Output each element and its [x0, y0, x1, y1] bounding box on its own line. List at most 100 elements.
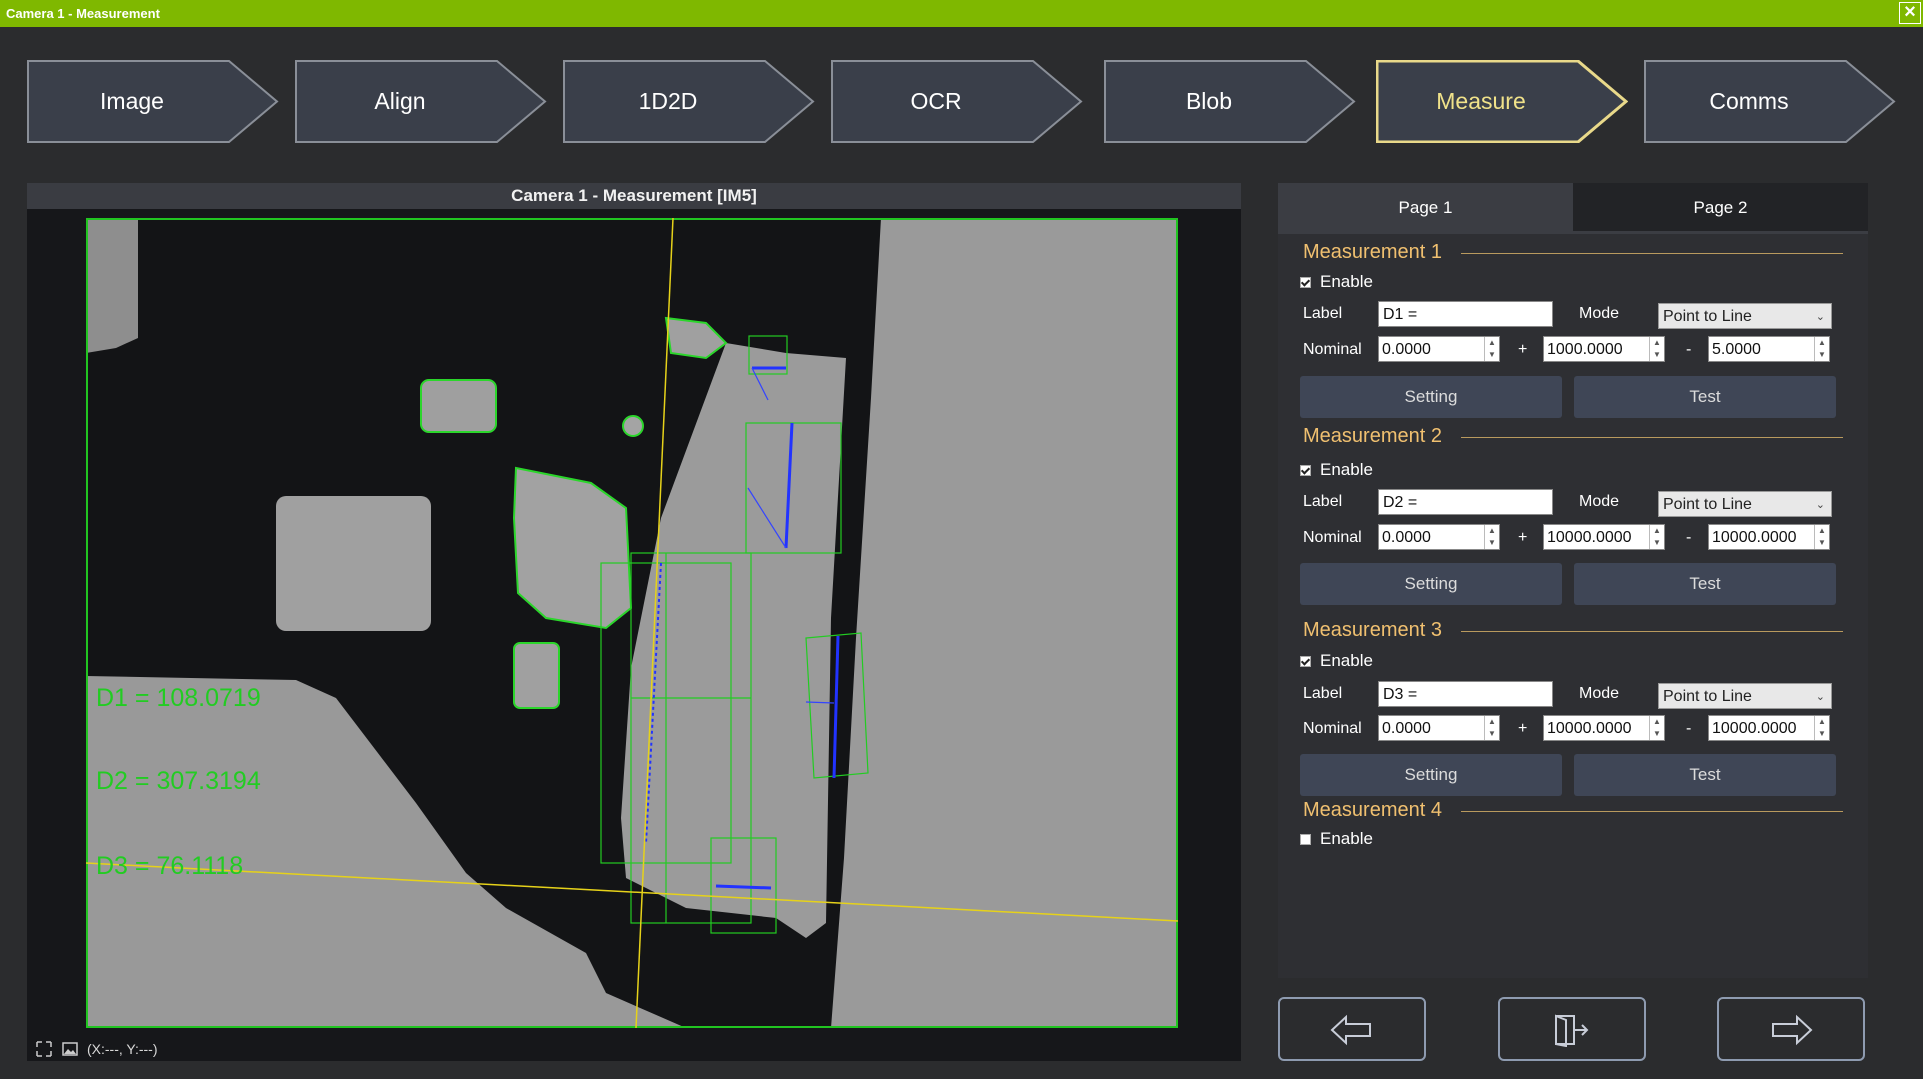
- value: 0.0000: [1382, 341, 1431, 358]
- measurement-2-nominal-input[interactable]: 0.0000 ▲ ▼: [1378, 524, 1500, 550]
- tab-bar: Page 1 Page 2: [1278, 183, 1868, 234]
- step-ocr[interactable]: OCR: [831, 60, 1083, 143]
- measurement-2-test-button[interactable]: Test: [1574, 563, 1836, 605]
- step-comms[interactable]: Comms: [1644, 60, 1896, 143]
- step-label: Align: [374, 88, 426, 114]
- measurement-1-test-button[interactable]: Test: [1574, 376, 1836, 418]
- measurement-1-minus-input[interactable]: 5.0000 ▲ ▼: [1708, 336, 1830, 362]
- label-caption: Label: [1303, 685, 1343, 702]
- step-label: Comms: [1709, 88, 1789, 114]
- title-bar: Camera 1 - Measurement ×: [0, 0, 1923, 27]
- next-button[interactable]: [1717, 997, 1865, 1061]
- measurement-1-nominal-input[interactable]: 0.0000 ▲ ▼: [1378, 336, 1500, 362]
- mode-caption: Mode: [1579, 493, 1620, 510]
- spinner-arrows-icon[interactable]: ▲ ▼: [1484, 716, 1499, 740]
- viewer-title: Camera 1 - Measurement [IM5]: [27, 183, 1241, 209]
- spinner-arrows-icon[interactable]: ▲ ▼: [1814, 337, 1829, 361]
- mode-caption: Mode: [1579, 685, 1620, 702]
- divider: [1461, 631, 1843, 632]
- value: 0.0000: [1382, 720, 1431, 737]
- spinner-arrows-icon[interactable]: ▲ ▼: [1649, 525, 1664, 549]
- value: 5.0000: [1712, 341, 1761, 358]
- measurement-2-setting-button[interactable]: Setting: [1300, 563, 1562, 605]
- chevron-down-icon: ⌄: [1815, 691, 1825, 703]
- step-1d2d[interactable]: 1D2D: [563, 60, 815, 143]
- measurement-4-title: Measurement 4: [1303, 799, 1442, 821]
- image-icon[interactable]: [62, 1041, 78, 1057]
- mode-caption: Mode: [1579, 305, 1620, 322]
- measurement-3-setting-button[interactable]: Setting: [1300, 754, 1562, 796]
- value: 10000.0000: [1712, 720, 1797, 737]
- measurement-3-test-button[interactable]: Test: [1574, 754, 1836, 796]
- measurement-2-minus-input[interactable]: 10000.0000 ▲ ▼: [1708, 524, 1830, 550]
- step-blob[interactable]: Blob: [1104, 60, 1356, 143]
- value: 10000.0000: [1712, 529, 1797, 546]
- measurement-1-setting-button[interactable]: Setting: [1300, 376, 1562, 418]
- plus-sign: +: [1518, 529, 1528, 546]
- overlay-d2: D2 = 307.3194: [96, 767, 261, 795]
- enable-label: Enable: [1320, 460, 1373, 479]
- minus-sign: -: [1686, 720, 1692, 737]
- step-label: OCR: [910, 88, 962, 114]
- enable-label: Enable: [1320, 651, 1373, 670]
- spinner-arrows-icon[interactable]: ▲ ▼: [1484, 337, 1499, 361]
- measurement-3-enable-checkbox[interactable]: [1300, 656, 1311, 667]
- label-caption: Label: [1303, 305, 1343, 322]
- camera-image[interactable]: D1 = 108.0719 D2 = 307.3194 D3 = 76.1118: [86, 218, 1178, 1028]
- measurement-2-label-input[interactable]: D2 =: [1378, 489, 1553, 515]
- step-align[interactable]: Align: [295, 60, 547, 143]
- plus-sign: +: [1518, 341, 1528, 358]
- divider: [1461, 437, 1843, 438]
- step-label: Measure: [1436, 88, 1526, 114]
- step-label: Image: [100, 88, 164, 114]
- spinner-arrows-icon[interactable]: ▲ ▼: [1649, 716, 1664, 740]
- measurement-1-enable-checkbox[interactable]: [1300, 277, 1311, 288]
- minus-sign: -: [1686, 529, 1692, 546]
- value: 10000.0000: [1547, 720, 1632, 737]
- step-label: Blob: [1185, 88, 1233, 114]
- spinner-arrows-icon[interactable]: ▲ ▼: [1649, 337, 1664, 361]
- divider: [1461, 811, 1843, 812]
- step-label: 1D2D: [638, 88, 698, 114]
- mode-value: Point to Line: [1663, 308, 1752, 325]
- arrow-left-icon: [1330, 1014, 1371, 1046]
- back-button[interactable]: [1278, 997, 1426, 1061]
- measurement-1-mode-select[interactable]: Point to Line ⌄: [1658, 303, 1832, 329]
- measurement-3-plus-input[interactable]: 10000.0000 ▲ ▼: [1543, 715, 1665, 741]
- spinner-arrows-icon[interactable]: ▲ ▼: [1814, 716, 1829, 740]
- fit-view-icon[interactable]: [36, 1041, 52, 1057]
- step-image[interactable]: Image: [27, 60, 279, 143]
- tab-page-2[interactable]: Page 2: [1573, 183, 1868, 233]
- minus-sign: -: [1686, 341, 1692, 358]
- close-icon[interactable]: ×: [1899, 2, 1921, 24]
- settings-panel: Page 1 Page 2 Measurement 1 Enable Label…: [1278, 183, 1868, 978]
- value: 0.0000: [1382, 529, 1431, 546]
- measurement-2-plus-input[interactable]: 10000.0000 ▲ ▼: [1543, 524, 1665, 550]
- image-viewer: Camera 1 - Measurement [IM5] D1 = 108.07…: [27, 183, 1241, 1061]
- enable-label: Enable: [1320, 272, 1373, 291]
- overlay-d1: D1 = 108.0719: [96, 684, 261, 712]
- measurement-3-minus-input[interactable]: 10000.0000 ▲ ▼: [1708, 715, 1830, 741]
- nominal-caption: Nominal: [1303, 341, 1362, 358]
- measurement-2-enable-checkbox[interactable]: [1300, 465, 1311, 476]
- tab-page-1[interactable]: Page 1: [1278, 183, 1573, 233]
- measurement-3-nominal-input[interactable]: 0.0000 ▲ ▼: [1378, 715, 1500, 741]
- enable-label: Enable: [1320, 829, 1373, 848]
- value: 10000.0000: [1547, 529, 1632, 546]
- measurement-3-label-input[interactable]: D3 =: [1378, 681, 1553, 707]
- exit-button[interactable]: [1498, 997, 1646, 1061]
- spinner-arrows-icon[interactable]: ▲ ▼: [1484, 525, 1499, 549]
- chevron-down-icon: ⌄: [1815, 499, 1825, 511]
- exit-door-icon: [1555, 1014, 1589, 1047]
- measurement-3-mode-select[interactable]: Point to Line ⌄: [1658, 683, 1832, 709]
- cursor-coordinates: (X:---, Y:---): [87, 1041, 158, 1057]
- measurement-1-plus-input[interactable]: 1000.0000 ▲ ▼: [1543, 336, 1665, 362]
- measurement-2-mode-select[interactable]: Point to Line ⌄: [1658, 491, 1832, 517]
- measurement-3-title: Measurement 3: [1303, 619, 1442, 641]
- window-title: Camera 1 - Measurement: [6, 6, 160, 21]
- measurement-4-enable-checkbox[interactable]: [1300, 834, 1311, 845]
- measurement-2-title: Measurement 2: [1303, 425, 1442, 447]
- step-measure[interactable]: Measure: [1376, 60, 1628, 143]
- spinner-arrows-icon[interactable]: ▲ ▼: [1814, 525, 1829, 549]
- measurement-1-label-input[interactable]: D1 =: [1378, 301, 1553, 327]
